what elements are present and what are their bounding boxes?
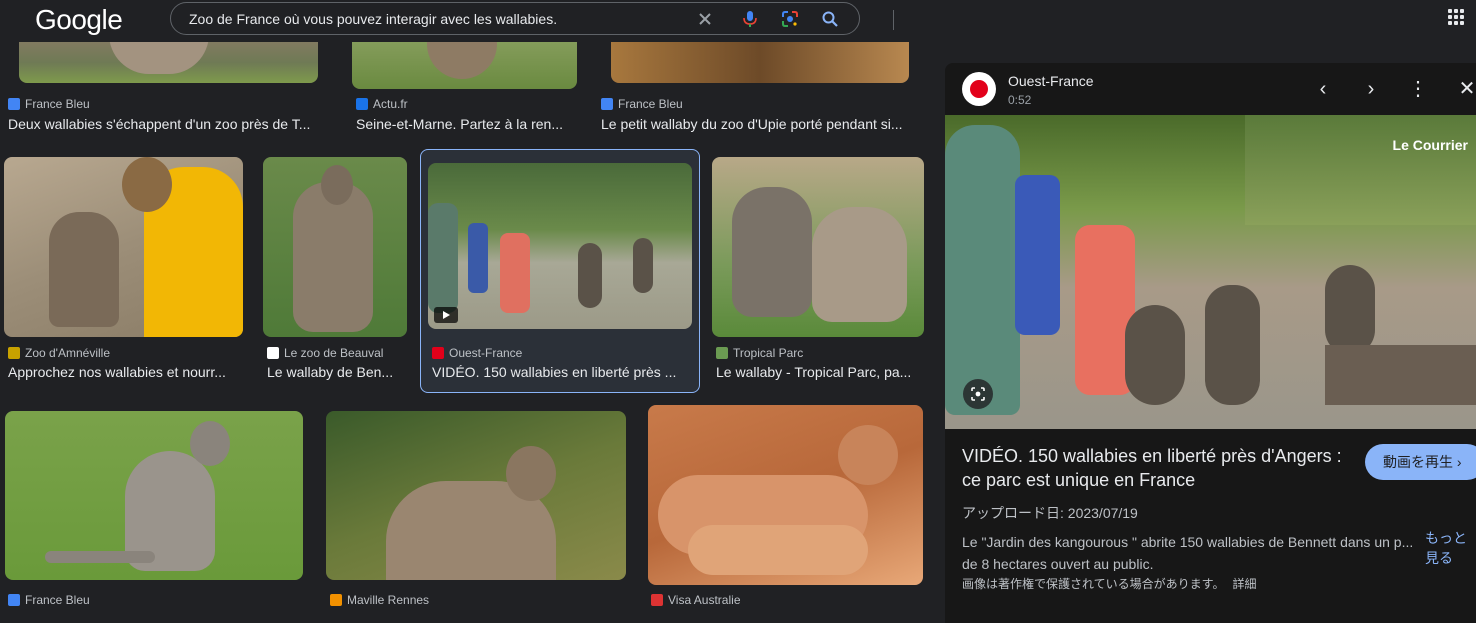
- details-link[interactable]: 詳細: [1232, 577, 1256, 591]
- apps-grid-icon[interactable]: [1448, 9, 1464, 25]
- more-link[interactable]: もっと見る: [1425, 528, 1475, 568]
- result-source: France Bleu: [601, 97, 683, 111]
- search-divider: [893, 10, 894, 30]
- ouest-france-logo: [962, 72, 996, 106]
- more-options-icon[interactable]: ⋮: [1406, 77, 1430, 101]
- result-source: Actu.fr: [356, 97, 408, 111]
- play-video-button[interactable]: 動画を再生 ›: [1365, 444, 1476, 480]
- result-title[interactable]: Le wallaby - Tropical Parc, pa...: [716, 364, 924, 380]
- result-title[interactable]: VIDÉO. 150 wallabies en liberté près ...: [432, 364, 690, 380]
- result-title[interactable]: Seine-et-Marne. Partez à la ren...: [356, 116, 576, 132]
- result-source: Visa Australie: [651, 593, 741, 607]
- panel-duration: 0:52: [1008, 93, 1032, 107]
- result-source: Zoo d'Amnéville: [8, 346, 110, 360]
- search-icon[interactable]: [821, 10, 839, 28]
- favicon-icon: [432, 347, 444, 359]
- result-source: Ouest-France: [432, 346, 522, 360]
- preview-panel: Ouest-France 0:52 ‹ › ⋮ ✕ Le Courrier VI…: [945, 63, 1476, 623]
- result-thumbnail[interactable]: [19, 42, 318, 83]
- favicon-icon: [8, 347, 20, 359]
- top-bar: Google: [0, 0, 1476, 42]
- search-image-icon[interactable]: [963, 379, 993, 409]
- upload-date: アップロード日: 2023/07/19: [962, 505, 1138, 521]
- result-thumbnail[interactable]: [326, 411, 626, 580]
- panel-source[interactable]: Ouest-France: [1008, 73, 1094, 89]
- result-thumbnail[interactable]: [648, 405, 923, 585]
- result-thumbnail[interactable]: [5, 411, 303, 580]
- result-source: Le zoo de Beauval: [267, 346, 383, 360]
- video-play-icon: [434, 307, 458, 323]
- favicon-icon: [8, 98, 20, 110]
- result-title[interactable]: Le petit wallaby du zoo d'Upie porté pen…: [601, 116, 919, 132]
- video-watermark: Le Courrier: [1392, 137, 1468, 153]
- result-thumbnail[interactable]: [611, 42, 909, 83]
- favicon-icon: [267, 347, 279, 359]
- result-thumbnail[interactable]: [4, 157, 243, 337]
- next-icon[interactable]: ›: [1359, 77, 1383, 101]
- result-title[interactable]: Approchez nos wallabies et nourr...: [8, 364, 240, 380]
- clear-icon[interactable]: [696, 10, 714, 28]
- previous-icon[interactable]: ‹: [1311, 77, 1335, 101]
- result-title[interactable]: Le wallaby de Ben...: [267, 364, 402, 380]
- search-input[interactable]: [189, 9, 689, 29]
- favicon-icon: [651, 594, 663, 606]
- lens-icon[interactable]: [781, 10, 799, 28]
- preview-image[interactable]: Le Courrier: [945, 115, 1476, 429]
- favicon-icon: [8, 594, 20, 606]
- result-source: Maville Rennes: [330, 593, 429, 607]
- panel-description: Le "Jardin des kangourous " abrite 150 w…: [962, 534, 1414, 571]
- result-thumbnail[interactable]: [263, 157, 407, 337]
- result-source: France Bleu: [8, 593, 90, 607]
- microphone-icon[interactable]: [741, 10, 759, 28]
- result-thumbnail[interactable]: [428, 163, 692, 329]
- result-title[interactable]: Deux wallabies s'échappent d'un zoo près…: [8, 116, 328, 132]
- copyright-notice: 画像は著作権で保護されている場合があります。 詳細: [962, 577, 1257, 591]
- result-thumbnail[interactable]: [712, 157, 924, 337]
- panel-title[interactable]: VIDÉO. 150 wallabies en liberté près d'A…: [962, 444, 1362, 492]
- favicon-icon: [601, 98, 613, 110]
- result-source: France Bleu: [8, 97, 90, 111]
- image-results-grid: France Bleu Deux wallabies s'échappent d…: [0, 42, 935, 612]
- result-thumbnail[interactable]: [352, 42, 577, 89]
- favicon-icon: [716, 347, 728, 359]
- result-source: Tropical Parc: [716, 346, 803, 360]
- favicon-icon: [330, 594, 342, 606]
- close-icon[interactable]: ✕: [1455, 77, 1476, 101]
- favicon-icon: [356, 98, 368, 110]
- google-logo[interactable]: Google: [35, 4, 123, 36]
- search-box[interactable]: [170, 2, 894, 35]
